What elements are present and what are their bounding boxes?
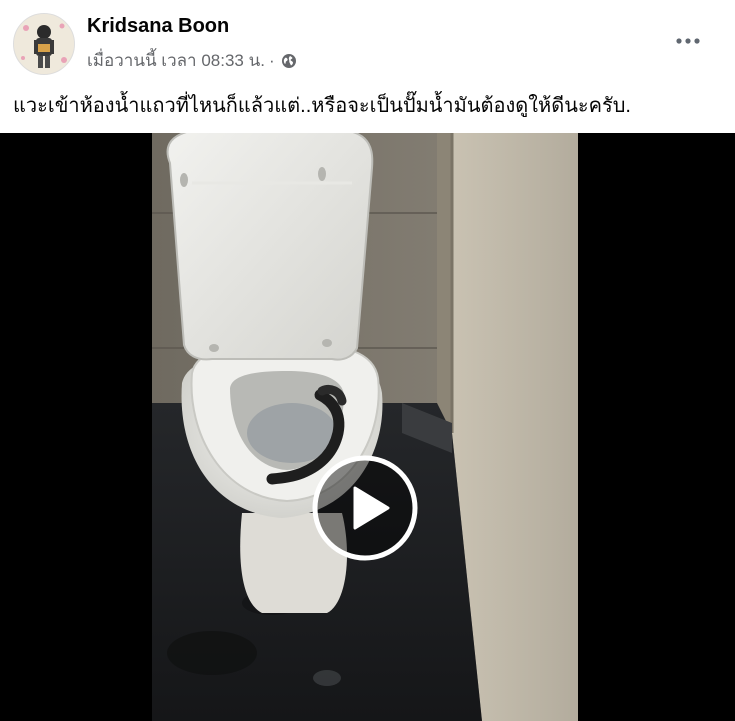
facebook-post: Kridsana Boon เมื่อวานนี้ เวลา 08:33 น. …: [0, 0, 735, 721]
globe-icon[interactable]: [281, 53, 297, 69]
video-thumbnail: [152, 133, 578, 721]
post-meta: เมื่อวานนี้ เวลา 08:33 น. ·: [87, 47, 297, 74]
more-horizontal-icon: [676, 38, 700, 44]
post-header: Kridsana Boon เมื่อวานนี้ เวลา 08:33 น. …: [0, 0, 735, 84]
play-icon: [312, 455, 418, 561]
post-timestamp[interactable]: เมื่อวานนี้ เวลา 08:33 น.: [87, 47, 265, 74]
author-avatar[interactable]: [13, 13, 75, 75]
meta-separator: ·: [268, 50, 275, 70]
author-name[interactable]: Kridsana Boon: [87, 15, 229, 38]
play-button[interactable]: [312, 455, 418, 561]
video-player[interactable]: [0, 133, 735, 721]
post-caption: แวะเข้าห้องน้ำแถวที่ไหนก็แล้วแต่..หรือจะ…: [13, 95, 631, 117]
more-options-button[interactable]: [668, 28, 708, 54]
avatar-image: [14, 14, 74, 74]
